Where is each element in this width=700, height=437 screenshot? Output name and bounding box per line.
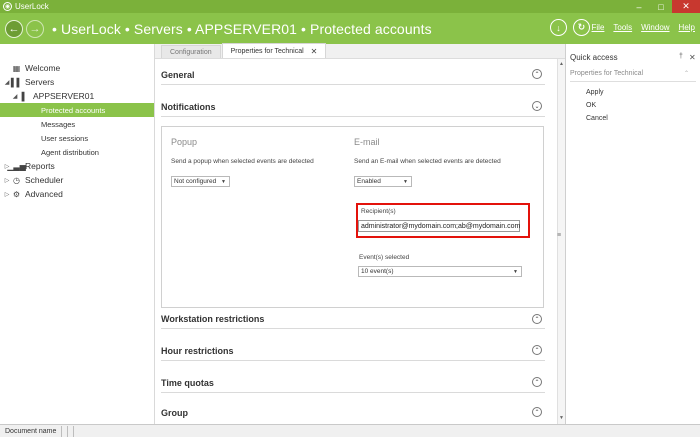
clock-icon: ◷ [13, 175, 20, 185]
sidebar-item-messages[interactable]: Messages [0, 117, 154, 131]
properties-content: General ⌃ Notifications ⌄ Popup Send a p… [155, 59, 557, 424]
expand-arrow-icon[interactable]: ◢ [11, 93, 19, 100]
quick-access-title: Quick access [570, 53, 618, 62]
vertical-scrollbar[interactable]: ▲ ▼ [557, 59, 565, 424]
close-tab-icon[interactable]: ✕ [311, 47, 318, 56]
quick-access-panel: Quick access † ✕ Properties for Technica… [566, 44, 700, 424]
divider [570, 81, 696, 82]
breadcrumb: • UserLock • Servers • APPSERVER01 • Pro… [52, 20, 432, 37]
sidebar-item-scheduler[interactable]: ▷ ◷ Scheduler [0, 173, 154, 187]
expand-arrow-icon[interactable]: ◢ [3, 79, 11, 86]
sidebar-item-appserver01[interactable]: ◢ ▌ APPSERVER01 [0, 89, 154, 103]
menu-file[interactable]: File [592, 23, 605, 32]
scroll-down-icon[interactable]: ▼ [559, 415, 564, 421]
recipients-input[interactable]: administrator@mydomain.com;ab@mydomain.c… [358, 220, 520, 232]
menu-help[interactable]: Help [679, 23, 695, 32]
help-circle-icon[interactable]: ↓ [550, 19, 567, 36]
chevron-down-icon: ▼ [221, 178, 226, 185]
sidebar-item-servers[interactable]: ◢ ▌▌ Servers [0, 75, 154, 89]
document-name: Document name [0, 425, 62, 437]
divider [161, 84, 545, 85]
events-dropdown[interactable]: 10 event(s) ▼ [358, 266, 522, 277]
menu-tools[interactable]: Tools [613, 23, 632, 32]
section-quotas-title[interactable]: Time quotas [161, 378, 214, 388]
sidebar-item-protected-accounts[interactable]: Protected accounts [0, 103, 154, 117]
ok-button[interactable]: OK [586, 102, 596, 109]
apply-button[interactable]: Apply [586, 89, 604, 96]
header-bar: ← → • UserLock • Servers • APPSERVER01 •… [0, 13, 700, 44]
server-icon: ▌ [21, 91, 28, 101]
divider [161, 392, 545, 393]
grid-icon: ▦ [12, 63, 21, 73]
sidebar: ▦ Welcome ◢ ▌▌ Servers ◢ ▌ APPSERVER01 P… [0, 44, 155, 424]
tab-configuration[interactable]: Configuration [161, 45, 221, 58]
minimize-button[interactable]: – [628, 0, 650, 13]
app-logo-icon: ◉ [3, 2, 12, 11]
email-description: Send an E-mail when selected events are … [354, 158, 501, 165]
popup-description: Send a popup when selected events are de… [171, 158, 314, 165]
menu-window[interactable]: Window [641, 23, 669, 32]
section-workstation-title[interactable]: Workstation restrictions [161, 314, 264, 324]
divider [161, 360, 545, 361]
section-general-title[interactable]: General [161, 70, 195, 80]
collapse-workstation-icon[interactable]: ⌃ [532, 314, 542, 324]
collapse-general-icon[interactable]: ⌃ [532, 69, 542, 79]
main-panel: Configuration Properties for Technical ✕… [155, 43, 565, 424]
quick-access-section[interactable]: Properties for Technical [570, 70, 696, 77]
section-notifications-title[interactable]: Notifications [161, 102, 216, 112]
menu-bar: File Tools Window Help [592, 23, 695, 32]
expand-notifications-icon[interactable]: ⌄ [532, 101, 542, 111]
pin-icon[interactable]: † [679, 53, 683, 60]
sidebar-item-welcome[interactable]: ▦ Welcome [0, 61, 154, 75]
back-button[interactable]: ← [5, 19, 23, 38]
collapsed-arrow-icon[interactable]: ▷ [3, 191, 11, 198]
collapse-group-icon[interactable]: ⌃ [532, 407, 542, 417]
title-bar: ◉ UserLock – □ ✕ [0, 0, 700, 13]
popup-dropdown[interactable]: Not configured ▼ [171, 176, 230, 187]
status-segment [68, 425, 74, 437]
chevron-up-icon[interactable]: ⌃ [684, 70, 689, 77]
status-bar: Document name [0, 424, 700, 437]
close-panel-icon[interactable]: ✕ [689, 53, 696, 62]
section-group-title[interactable]: Group [161, 408, 188, 418]
bar-chart-icon: ▁▃▅ [7, 161, 26, 171]
notifications-panel: Popup Send a popup when selected events … [161, 126, 544, 308]
scroll-up-icon[interactable]: ▲ [559, 61, 564, 67]
sidebar-item-user-sessions[interactable]: User sessions [0, 131, 154, 145]
splitter-grip-icon[interactable]: ≡ [557, 232, 561, 239]
tab-bar: Configuration Properties for Technical ✕ [155, 43, 565, 59]
events-label: Event(s) selected [359, 254, 410, 261]
tab-properties-for-technical[interactable]: Properties for Technical ✕ [221, 43, 327, 58]
divider [161, 116, 545, 117]
email-title: E-mail [354, 137, 380, 147]
sidebar-item-reports[interactable]: ▷ ▁▃▅ Reports [0, 159, 154, 173]
collapse-hour-icon[interactable]: ⌃ [532, 345, 542, 355]
collapsed-arrow-icon[interactable]: ▷ [3, 177, 11, 184]
divider [161, 328, 545, 329]
sidebar-item-advanced[interactable]: ▷ ⚙ Advanced [0, 187, 154, 201]
chevron-down-icon: ▼ [403, 178, 408, 185]
window-title: UserLock [15, 2, 49, 11]
maximize-button[interactable]: □ [650, 0, 672, 13]
email-dropdown[interactable]: Enabled ▼ [354, 176, 412, 187]
forward-button[interactable]: → [26, 19, 44, 38]
collapse-quotas-icon[interactable]: ⌃ [532, 377, 542, 387]
chevron-down-icon: ▼ [513, 268, 518, 275]
sidebar-item-agent-distribution[interactable]: Agent distribution [0, 145, 154, 159]
gear-icon: ⚙ [12, 189, 21, 199]
refresh-icon[interactable]: ↻ [573, 19, 590, 36]
servers-icon: ▌▌ [10, 77, 23, 87]
recipients-label: Recipient(s) [361, 208, 396, 215]
section-hour-title[interactable]: Hour restrictions [161, 346, 234, 356]
cancel-button[interactable]: Cancel [586, 115, 608, 122]
close-window-button[interactable]: ✕ [672, 0, 700, 13]
popup-title: Popup [171, 137, 198, 147]
